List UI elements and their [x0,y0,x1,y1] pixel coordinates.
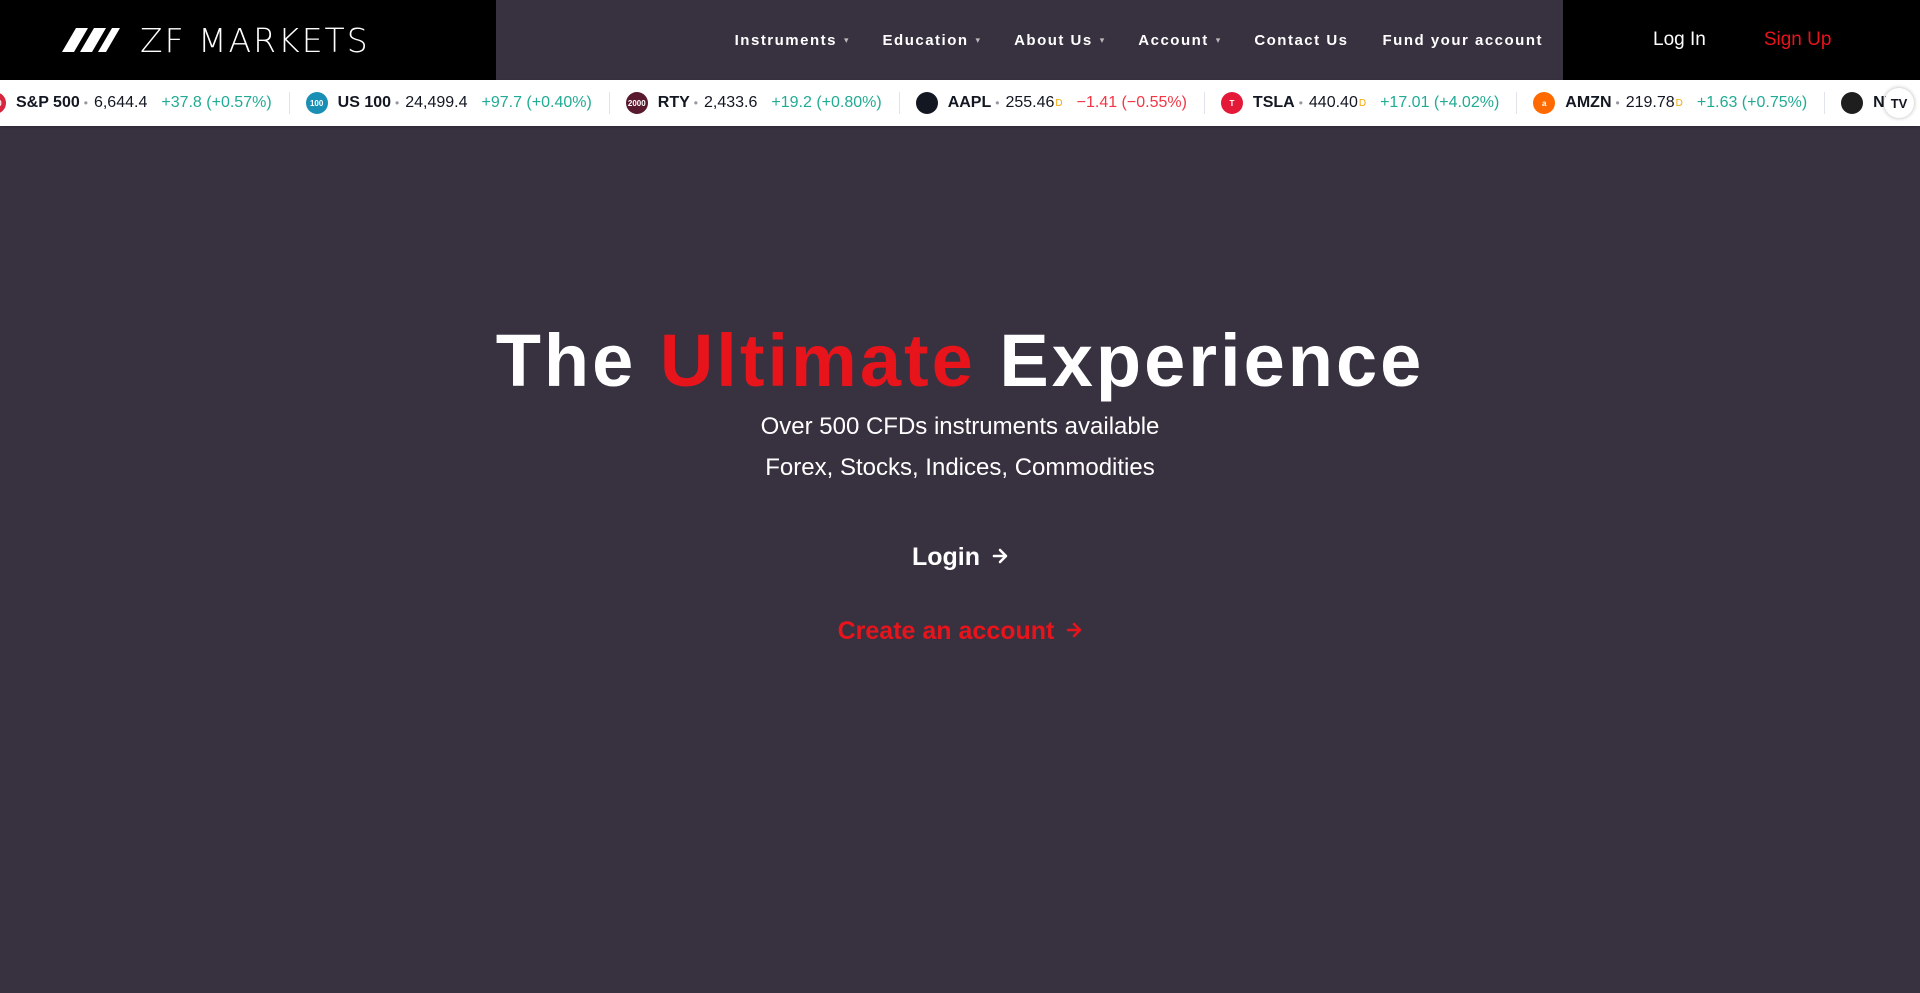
chevron-down-icon: ▾ [975,34,981,45]
ticker-symbol: TSLA [1252,94,1295,111]
ticker-change: +19.2 (+0.80%) [771,94,882,111]
ticker-price: 24,499.4 [405,94,468,111]
ticker-symbol-icon [915,92,938,114]
tradingview-badge-icon[interactable]: TV [1884,88,1914,118]
chevron-down-icon: ▾ [844,34,849,45]
nav-label: Instruments [734,31,837,49]
nav-instruments[interactable]: Instruments ▾ [735,32,849,49]
login-cta-button[interactable]: Login [0,543,1920,572]
hero-subtitle-1: Over 500 CFDs instruments available [760,413,1160,440]
create-account-cta-button[interactable]: Create an account [0,617,1920,646]
nav-about-us[interactable]: About Us ▾ [1014,32,1104,49]
ticker-change: −1.41 (−0.55%) [1076,94,1187,111]
chevron-down-icon: ▾ [1215,34,1221,45]
ticker-symbol-icon: T [1220,92,1243,114]
logo-stripes-icon [62,28,120,52]
ticker-price: 440.40 [1308,94,1358,111]
ticker-symbol: AMZN [1565,94,1612,111]
ticker-change: +17.01 (+4.02%) [1380,94,1500,111]
nav-contact-us[interactable]: Contact Us [1254,32,1348,49]
ticker-item[interactable]: T TSLA • 440.40 D +17.01 (+4.02%) [1220,92,1518,114]
ticker-symbol-icon: 2000 [625,92,648,114]
ticker-delayed-mark: D [1675,97,1683,109]
ticker-symbol-icon: 100 [305,92,328,114]
nav-fund-account[interactable]: Fund your account [1383,32,1544,49]
ticker-symbol: S&P 500 [16,94,80,111]
logo-text: ZF MARKETS [140,20,370,60]
ticker-item[interactable]: AAPL • 255.46 D −1.41 (−0.55%) [915,92,1205,114]
ticker-tape: 500S&P 500•6,644.4+37.8 (+0.57%)100US 10… [0,80,1920,126]
log-in-link[interactable]: Log In [1653,29,1706,51]
ticker-item[interactable]: a AMZN • 219.78 D +1.63 (+0.75%) [1533,92,1826,114]
hero-title: The Ultimate Experience [0,318,1920,403]
nav-label: Fund your account [1382,31,1543,49]
ticker-separator-dot: • [395,96,400,110]
ticker-separator-dot: • [1298,96,1303,110]
ticker-item[interactable]: 500 S&P 500• 6,644.4 +37.8 (+0.57%) [0,92,290,114]
site-header: ZF MARKETS Instruments ▾ Education ▾ Abo… [0,0,1920,80]
main-nav: Instruments ▾ Education ▾ About Us ▾ Acc… [496,0,1563,80]
ticker-price: 6,644.4 [93,94,148,111]
hero-subtitle-2: Forex, Stocks, Indices, Commodities [765,454,1155,481]
ticker-price: 219.78 [1625,94,1675,111]
ticker-separator-dot: • [995,96,1000,110]
auth-links: Log In Sign Up [1563,0,1920,80]
ticker-change: +37.8 (+0.57%) [161,94,272,111]
create-account-cta-label: Create an account [837,617,1055,645]
sign-up-link[interactable]: Sign Up [1764,29,1832,51]
ticker-item[interactable]: 100 US 100 • 24,499.4 +97.7 (+0.40%) [305,92,610,114]
nav-label: Education [882,31,969,49]
nav-label: Contact Us [1254,31,1349,49]
nav-account[interactable]: Account ▾ [1138,32,1220,49]
ticker-symbol-icon [1841,92,1864,114]
hero-section: The Ultimate Experience Over 500 CFDs in… [0,126,1920,993]
ticker-price: 255.46 [1005,94,1055,111]
ticker-track: 500S&P 500•6,644.4+37.8 (+0.57%)100US 10… [0,92,1920,114]
ticker-separator-dot: • [693,96,698,110]
hero-title-start: The [495,319,637,402]
ticker-item[interactable]: 2000 RTY • 2,433.6 +19.2 (+0.80%) [625,92,900,114]
ticker-symbol-icon: 500 [0,92,6,114]
ticker-price: 2,433.6 [704,94,758,111]
ticker-separator-dot: • [1615,96,1620,110]
hero-title-accent: Ultimate [659,319,976,402]
ticker-symbol: US 100 [337,94,392,111]
nav-label: About Us [1014,31,1093,49]
arrow-right-icon [1066,621,1082,645]
ticker-separator-dot: • [83,96,88,110]
ticker-delayed-mark: D [1055,97,1063,109]
chevron-down-icon: ▾ [1099,34,1105,45]
ticker-change: +97.7 (+0.40%) [481,94,592,111]
arrow-right-icon [992,547,1008,571]
ticker-delayed-mark: D [1358,97,1367,109]
nav-education[interactable]: Education ▾ [883,32,981,49]
ticker-symbol: AAPL [947,94,992,111]
ticker-change: +1.63 (+0.75%) [1696,94,1808,111]
nav-label: Account [1138,31,1209,49]
ticker-symbol-icon: a [1533,92,1556,114]
ticker-symbol: RTY [657,94,690,111]
hero-title-end: Experience [999,319,1425,402]
login-cta-label: Login [911,543,981,571]
logo[interactable]: ZF MARKETS [0,0,496,80]
